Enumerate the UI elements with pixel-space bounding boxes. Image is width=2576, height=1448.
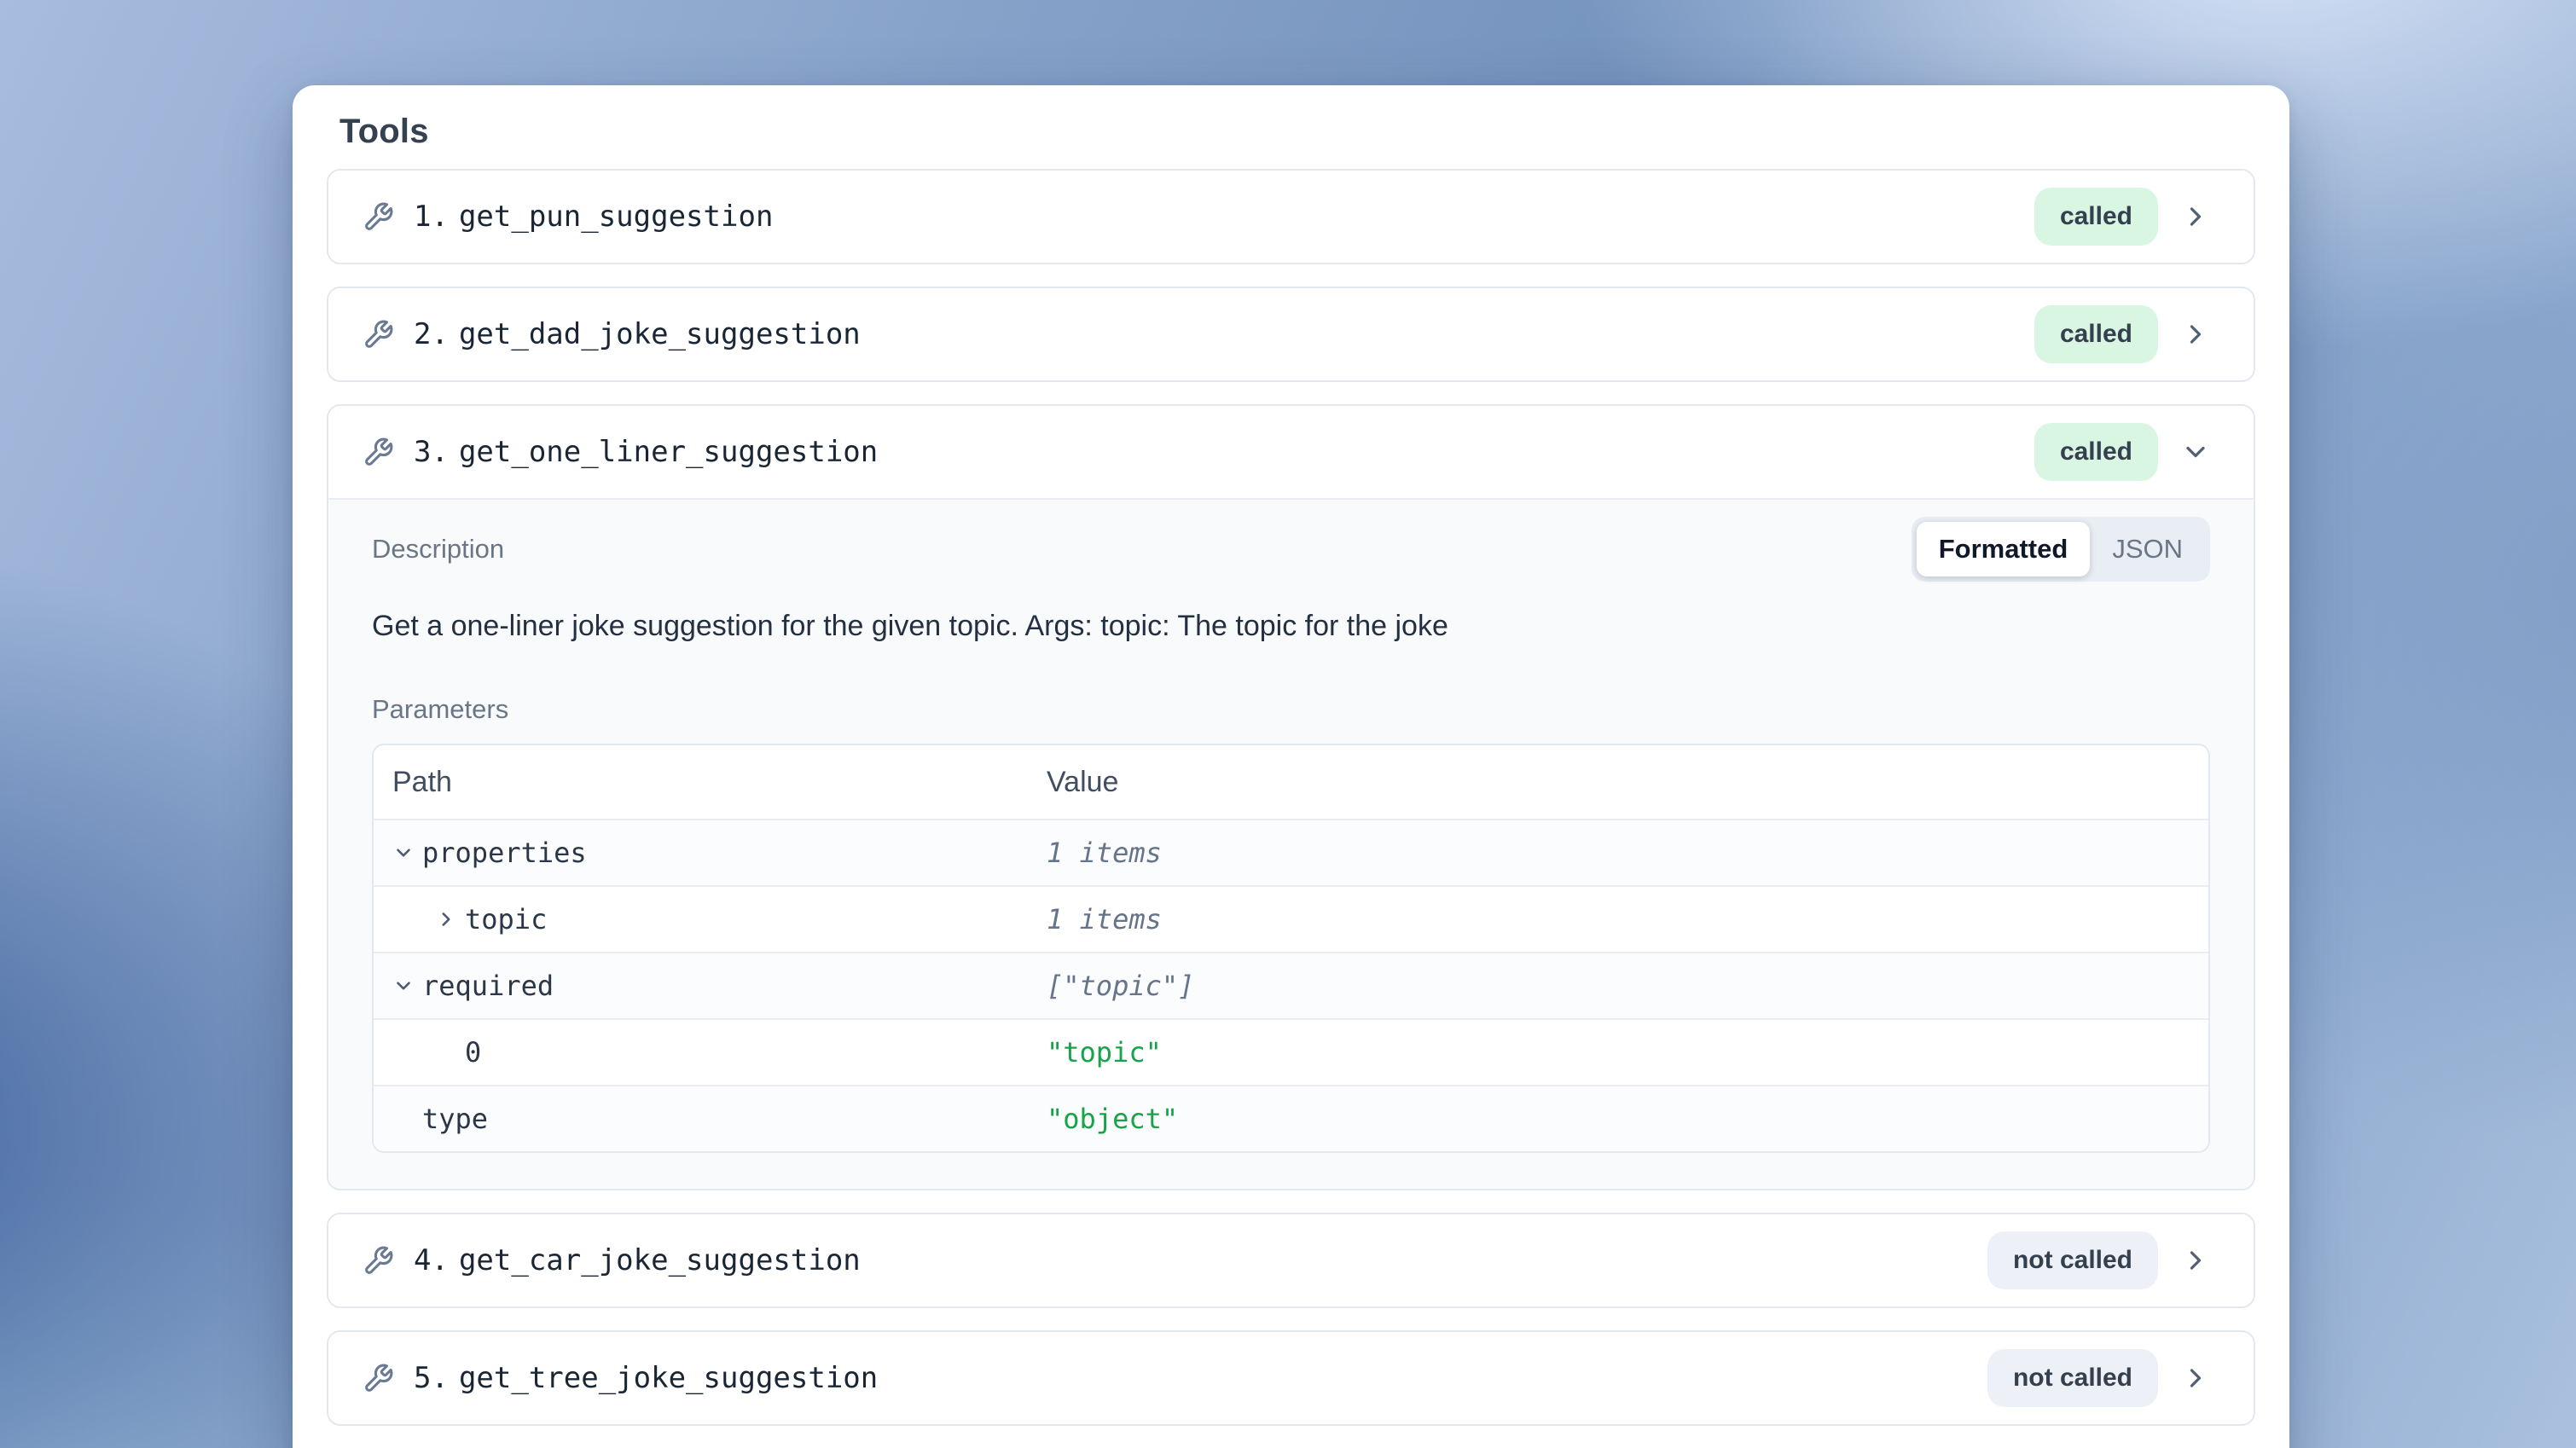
tool-item-1: 1.get_pun_suggestion called — [327, 169, 2255, 264]
chevron-right-icon — [2180, 201, 2211, 232]
parameters-table: Path Value properties — [372, 744, 2210, 1153]
table-row-type: type "object" — [374, 1085, 2208, 1151]
path-key: required — [422, 970, 554, 1002]
status-badge: called — [2034, 188, 2158, 246]
tool-list: 1.get_pun_suggestion called 2.get_dad_jo… — [327, 169, 2255, 1426]
parameters-table-header: Path Value — [374, 745, 2208, 819]
status-badge: not called — [1987, 1349, 2158, 1407]
tool-item-2-header[interactable]: 2.get_dad_joke_suggestion called — [328, 288, 2254, 380]
parameters-label: Parameters — [372, 694, 2210, 725]
path-key: type — [422, 1103, 488, 1135]
value-text: "object" — [1047, 1103, 1178, 1135]
chevron-right-icon[interactable] — [435, 908, 457, 930]
page-title: Tools — [339, 111, 2255, 152]
tool-item-3-header[interactable]: 3.get_one_liner_suggestion called — [328, 406, 2254, 498]
tools-panel: Tools 1.get_pun_suggestion called — [293, 85, 2289, 1448]
tool-name: 5.get_tree_joke_suggestion — [414, 1361, 878, 1395]
description-label: Description — [372, 534, 504, 565]
value-text: ["topic"] — [1047, 970, 1194, 1002]
table-row-required: required ["topic"] — [374, 952, 2208, 1018]
path-key: topic — [465, 903, 547, 935]
table-row-0: 0 "topic" — [374, 1018, 2208, 1085]
wrench-icon — [363, 437, 394, 468]
tool-item-5: 5.get_tree_joke_suggestion not called — [327, 1330, 2255, 1426]
formatted-toggle-button[interactable]: Formatted — [1917, 522, 2091, 576]
chevron-right-icon — [2180, 319, 2211, 350]
tool-name: 1.get_pun_suggestion — [414, 200, 773, 234]
wrench-icon — [363, 1245, 394, 1277]
path-key: 0 — [465, 1036, 481, 1069]
desktop-background: Tools 1.get_pun_suggestion called — [0, 0, 2576, 1448]
chevron-down-icon[interactable] — [392, 975, 415, 997]
description-header: Description Formatted JSON — [372, 517, 2210, 582]
chevron-right-icon — [2180, 1363, 2211, 1393]
table-row-topic: topic 1 items — [374, 885, 2208, 952]
json-toggle-button[interactable]: JSON — [2090, 522, 2205, 576]
tool-item-3-details: Description Formatted JSON Get a one-lin… — [328, 498, 2254, 1189]
wrench-icon — [363, 319, 394, 350]
table-row-properties: properties 1 items — [374, 819, 2208, 885]
tool-item-4-header[interactable]: 4.get_car_joke_suggestion not called — [328, 1214, 2254, 1306]
tool-description-text: Get a one-liner joke suggestion for the … — [372, 607, 2210, 645]
status-badge: called — [2034, 305, 2158, 363]
value-column-header: Value — [1047, 766, 2208, 799]
path-key: properties — [422, 837, 587, 869]
value-text: "topic" — [1047, 1036, 1162, 1069]
chevron-right-icon — [2180, 1245, 2211, 1276]
tool-item-4: 4.get_car_joke_suggestion not called — [327, 1213, 2255, 1308]
tool-item-3: 3.get_one_liner_suggestion called Descri… — [327, 404, 2255, 1190]
status-badge: not called — [1987, 1231, 2158, 1289]
wrench-icon — [363, 201, 394, 233]
wrench-icon — [363, 1363, 394, 1394]
status-badge: called — [2034, 423, 2158, 481]
chevron-down-icon — [2180, 437, 2211, 467]
value-text: 1 items — [1047, 903, 1162, 935]
chevron-down-icon[interactable] — [392, 842, 415, 864]
tool-item-5-header[interactable]: 5.get_tree_joke_suggestion not called — [328, 1332, 2254, 1424]
path-column-header: Path — [374, 766, 1047, 799]
value-text: 1 items — [1047, 837, 1162, 869]
tool-name: 4.get_car_joke_suggestion — [414, 1243, 861, 1277]
tool-item-1-header[interactable]: 1.get_pun_suggestion called — [328, 171, 2254, 263]
tool-item-2: 2.get_dad_joke_suggestion called — [327, 287, 2255, 382]
tool-name: 3.get_one_liner_suggestion — [414, 435, 878, 469]
parameters-table-body: properties 1 items — [374, 819, 2208, 1151]
tool-name: 2.get_dad_joke_suggestion — [414, 317, 861, 351]
view-mode-toggle: Formatted JSON — [1912, 517, 2210, 582]
